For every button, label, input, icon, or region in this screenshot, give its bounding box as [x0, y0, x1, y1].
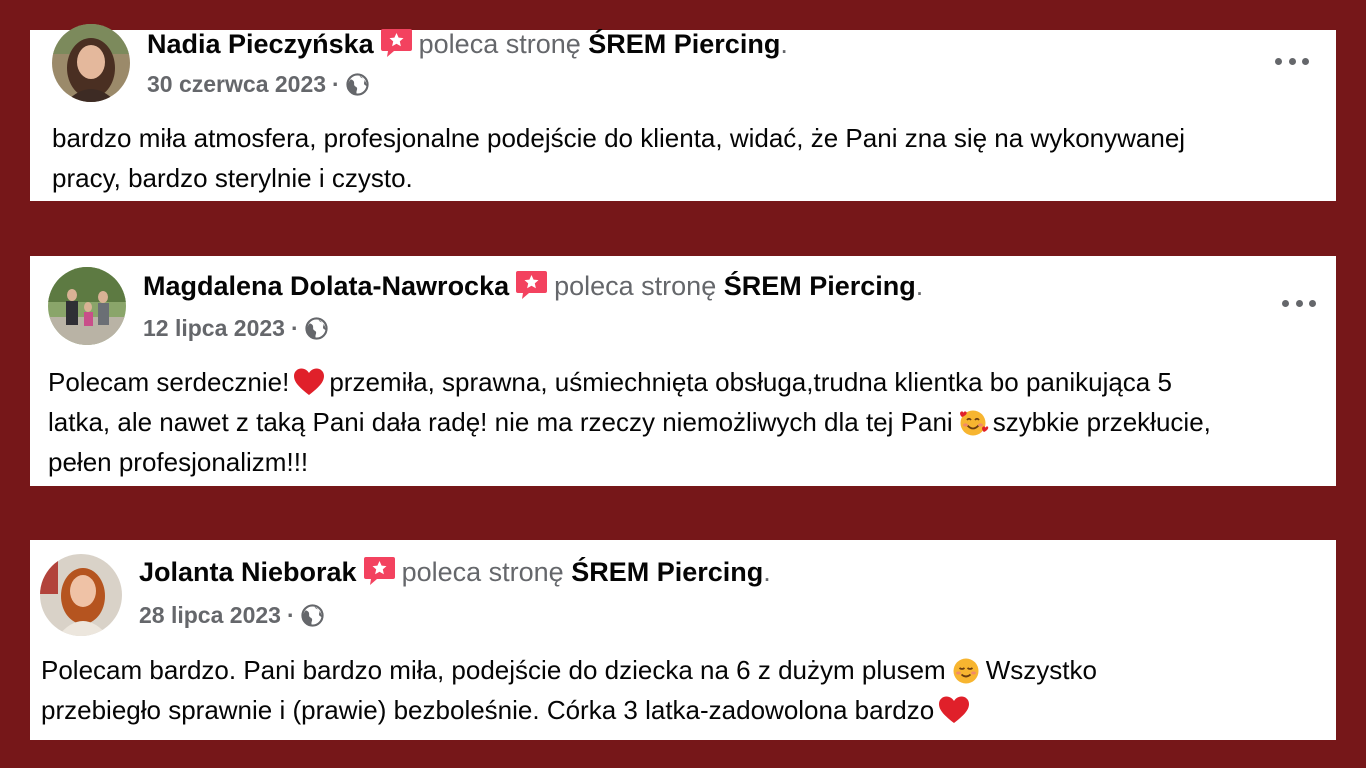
post-date[interactable]: 28 lipca 2023 — [139, 602, 281, 628]
author-name[interactable]: Jolanta Nieborak — [139, 557, 357, 587]
globe-icon — [305, 317, 328, 340]
post-meta: 30 czerwca 2023 · — [147, 70, 369, 98]
avatar[interactable] — [48, 267, 126, 345]
review-text: Polecam bardzo. Pani bardzo miła, podejś… — [41, 650, 1327, 730]
globe-icon — [301, 604, 324, 627]
post-date[interactable]: 30 czerwca 2023 — [147, 71, 326, 97]
review-segment: przemiła, sprawna, uśmiechnięta obsługa,… — [329, 367, 1172, 397]
review-header: Magdalena Dolata-Nawrocka poleca stronę Ś… — [143, 269, 923, 303]
author-name[interactable]: Nadia Pieczyńska — [147, 29, 374, 59]
review-segment: szybkie przekłucie, — [992, 407, 1211, 437]
review-card: Nadia Pieczyńska poleca stronę ŚREM Pierc… — [30, 24, 1336, 201]
review-segment: latka, ale nawet z taką Pani dała radę! … — [48, 407, 953, 437]
page-name-link[interactable]: ŚREM Piercing — [724, 271, 916, 301]
recommend-icon — [380, 27, 413, 58]
smiling-face-with-hearts-icon — [957, 407, 989, 437]
dot-icon — [1302, 57, 1309, 65]
dot-icon — [1275, 57, 1282, 65]
post-date[interactable]: 12 lipca 2023 — [143, 315, 285, 341]
post-meta: 12 lipca 2023 · — [143, 314, 328, 342]
page-name-link[interactable]: ŚREM Piercing — [588, 29, 780, 59]
header-period: . — [763, 557, 771, 587]
review-header: Nadia Pieczyńska poleca stronę ŚREM Pierc… — [147, 27, 788, 61]
review-text: Polecam serdecznie! przemiła, sprawna, uś… — [48, 362, 1334, 482]
review-header: Jolanta Nieborak poleca stronę ŚREM Pierc… — [139, 555, 771, 589]
review-line: bardzo miła atmosfera, profesjonalne pod… — [52, 123, 1186, 153]
avatar[interactable] — [40, 554, 122, 636]
recommend-text: poleca stronę — [418, 29, 581, 59]
recommend-icon — [515, 269, 548, 300]
recommend-text: poleca stronę — [401, 557, 564, 587]
header-period: . — [915, 271, 924, 301]
more-options-button[interactable] — [1275, 49, 1309, 73]
dot-icon — [1282, 299, 1289, 307]
post-meta: 28 lipca 2023 · — [139, 601, 324, 629]
dot-icon — [1295, 299, 1303, 307]
review-segment: pełen profesjonalizm!!! — [48, 447, 309, 477]
review-segment: Wszystko — [985, 655, 1097, 685]
review-text: bardzo miła atmosfera, profesjonalne pod… — [52, 118, 1328, 198]
recommend-icon — [363, 555, 396, 586]
more-options-button[interactable] — [1282, 291, 1316, 315]
review-segment: Polecam serdecznie! — [48, 367, 290, 397]
page-name-link[interactable]: ŚREM Piercing — [571, 557, 763, 587]
dot-icon — [1288, 57, 1296, 65]
review-segment: Polecam bardzo. Pani bardzo miła, podejś… — [41, 655, 946, 685]
meta-separator: · — [332, 71, 340, 97]
review-line: pracy, bardzo sterylnie i czysto. — [52, 163, 413, 193]
dot-icon — [1309, 299, 1316, 307]
review-card: Jolanta Nieborak poleca stronę ŚREM Pierc… — [30, 540, 1336, 740]
meta-separator: · — [286, 602, 295, 628]
meta-separator: · — [290, 315, 299, 341]
recommend-text: poleca stronę — [554, 271, 717, 301]
red-heart-icon — [293, 367, 325, 397]
relieved-face-icon — [950, 655, 982, 685]
avatar[interactable] — [52, 24, 130, 102]
review-segment: przebiegło sprawnie i (prawie) bezboleśn… — [41, 695, 935, 725]
header-period: . — [780, 29, 788, 59]
author-name[interactable]: Magdalena Dolata-Nawrocka — [143, 271, 509, 301]
review-card: Magdalena Dolata-Nawrocka poleca stronę Ś… — [30, 256, 1336, 486]
red-heart-icon — [938, 695, 970, 725]
globe-icon — [346, 73, 369, 96]
